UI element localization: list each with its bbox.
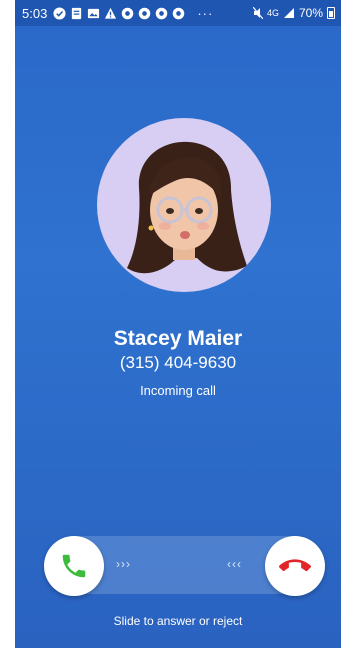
battery-icon [327, 7, 335, 19]
network-type: 4G [266, 8, 279, 18]
swipe-left-hint-icon: ‹‹‹ [227, 557, 242, 571]
incoming-call-screen: 5:03 ··· 4G 70% Stacey Maier (315) 404-9… [15, 0, 341, 648]
image-icon [88, 8, 100, 18]
document-icon [72, 7, 82, 19]
memoji-avatar [127, 141, 247, 274]
chrome-icon [156, 7, 168, 19]
swipe-right-hint-icon: ››› [116, 557, 131, 571]
status-bar: 5:03 ··· 4G 70% [15, 0, 341, 26]
caller-name: Stacey Maier [113, 327, 243, 350]
more-notifications-icon: ··· [197, 5, 214, 21]
mute-icon [252, 7, 263, 19]
check-icon [53, 6, 66, 20]
hang-up-icon [279, 559, 311, 572]
call-status: Incoming call [140, 383, 216, 398]
chrome-icon [139, 7, 151, 19]
reject-button[interactable] [265, 536, 325, 596]
notification-icons: ··· [53, 6, 213, 21]
warning-icon [105, 7, 117, 19]
system-indicators: 4G 70% [252, 6, 335, 20]
chrome-icon [122, 7, 134, 19]
answer-button[interactable] [44, 536, 104, 596]
caller-avatar [97, 118, 271, 292]
status-time: 5:03 [22, 5, 48, 21]
signal-icon [283, 8, 294, 18]
phone-icon [62, 554, 86, 578]
battery-percent: 70% [298, 6, 323, 20]
caller-number: (315) 404-9630 [119, 353, 237, 372]
chrome-icon [173, 7, 185, 19]
slide-hint-text: Slide to answer or reject [113, 614, 243, 628]
